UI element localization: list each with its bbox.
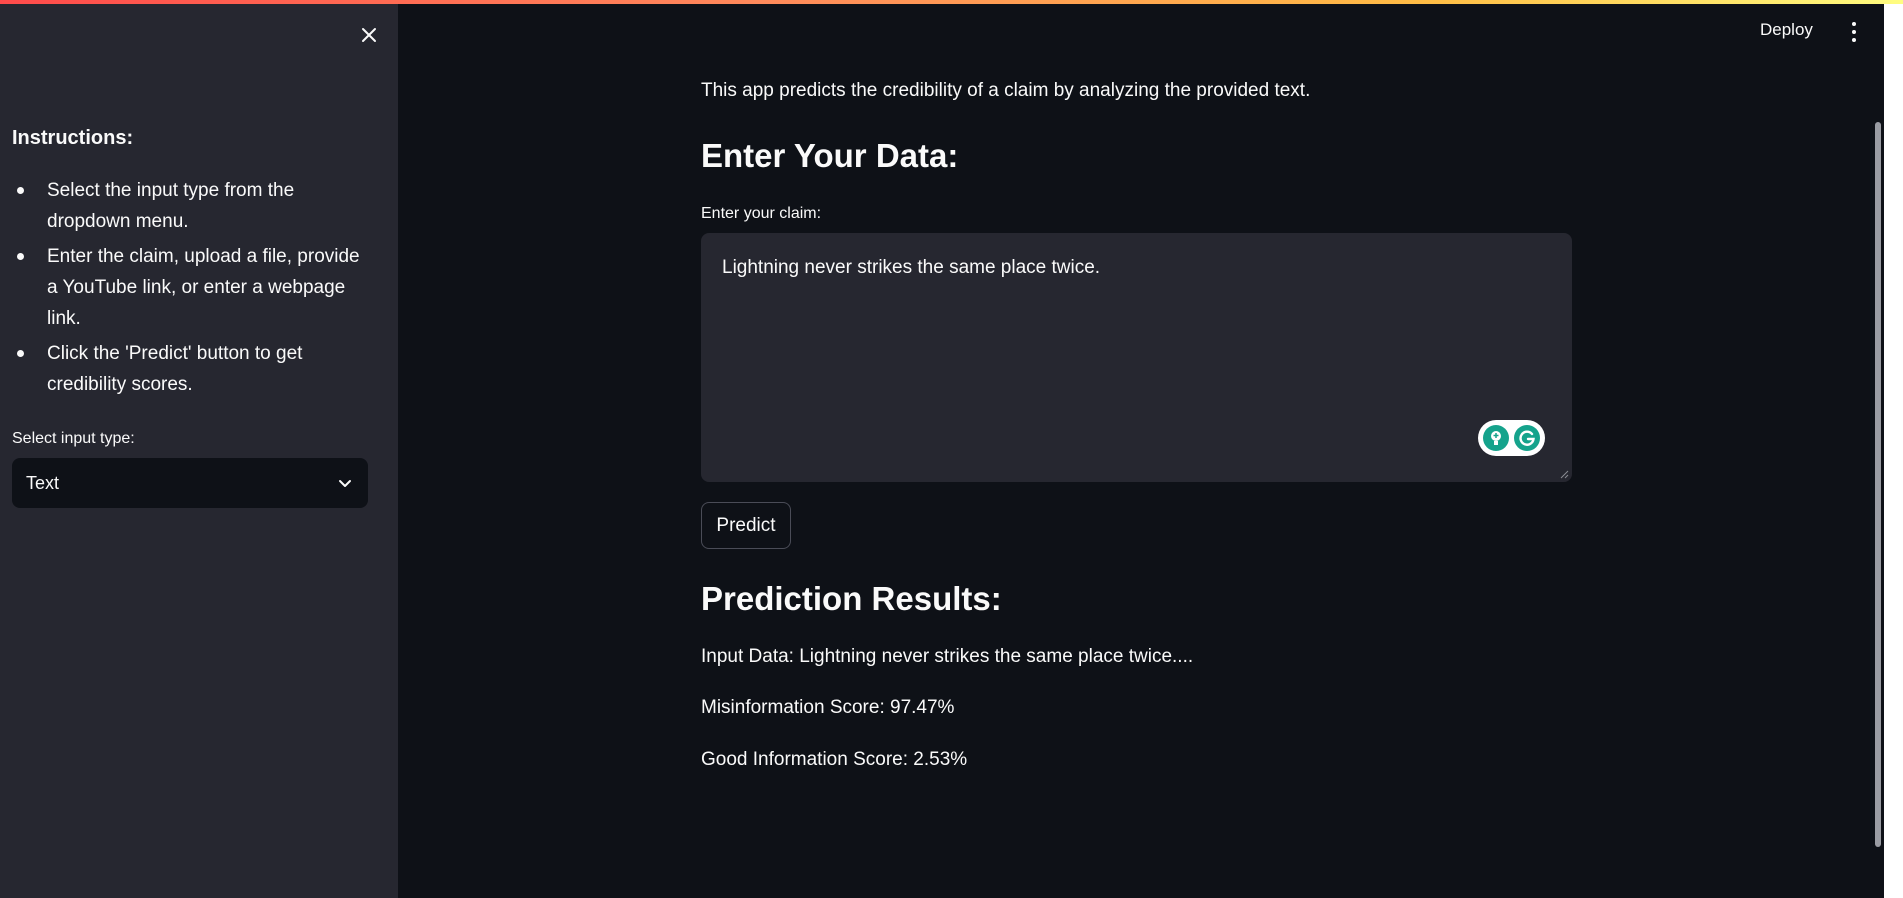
intro-text: This app predicts the credibility of a c…	[701, 80, 1311, 101]
close-icon	[362, 28, 376, 42]
input-data-text: Input Data: Lightning never strikes the …	[701, 646, 1194, 667]
claim-text: Lightning never strikes the same place t…	[722, 257, 1101, 278]
bullet-icon	[17, 350, 24, 357]
app-window: Instructions: Select the input type from…	[0, 0, 1903, 898]
enter-data-heading: Enter Your Data:	[701, 137, 959, 174]
instruction-text: Enter the claim, upload a file, provide …	[47, 246, 360, 329]
main-menu-button[interactable]	[1844, 20, 1864, 44]
top-decoration-bar	[0, 0, 1903, 4]
misinformation-score: Misinformation Score: 97.47%	[701, 697, 955, 718]
input-type-value: Text	[26, 472, 60, 493]
input-type-label: Select input type:	[12, 430, 135, 447]
sidebar: Instructions: Select the input type from…	[0, 0, 398, 898]
deploy-button[interactable]: Deploy	[1760, 20, 1813, 40]
scrollbar[interactable]	[1875, 122, 1881, 847]
bullet-icon	[17, 187, 24, 194]
lightbulb-icon[interactable]	[1482, 424, 1510, 452]
claim-textarea[interactable]: Lightning never strikes the same place t…	[701, 233, 1572, 482]
input-type-select[interactable]: Text	[12, 458, 368, 508]
grammarly-icon[interactable]	[1513, 424, 1541, 452]
chevron-down-icon	[339, 480, 351, 487]
kebab-menu-icon	[1852, 22, 1856, 26]
results-heading: Prediction Results:	[701, 580, 1002, 617]
instruction-text: Click the 'Predict' button to get credib…	[47, 343, 303, 395]
list-item: Click the 'Predict' button to get credib…	[12, 338, 362, 400]
window-edge	[1884, 0, 1903, 898]
claim-label: Enter your claim:	[701, 205, 822, 222]
grammarly-widget[interactable]	[1478, 420, 1545, 456]
close-sidebar-button[interactable]	[354, 20, 384, 50]
good-information-score: Good Information Score: 2.53%	[701, 749, 968, 770]
instructions-list: Select the input type from the dropdown …	[12, 175, 362, 404]
instruction-text: Select the input type from the dropdown …	[47, 180, 295, 232]
instructions-heading: Instructions:	[12, 127, 134, 149]
predict-button[interactable]: Predict	[701, 502, 791, 549]
bullet-icon	[17, 253, 24, 260]
resize-handle-icon[interactable]	[1559, 469, 1569, 479]
list-item: Enter the claim, upload a file, provide …	[12, 241, 362, 334]
list-item: Select the input type from the dropdown …	[12, 175, 362, 237]
